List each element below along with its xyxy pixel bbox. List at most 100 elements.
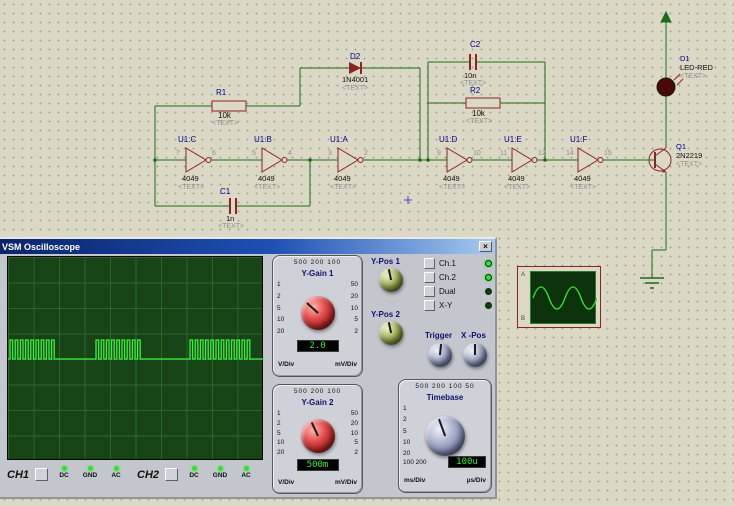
r2-text: <TEXT>: [466, 118, 492, 125]
ch2-ac-label: AC: [241, 472, 250, 479]
u1c-pin-in: 7: [176, 150, 180, 157]
ch2-gnd[interactable]: GND: [210, 466, 230, 479]
ch1-ac[interactable]: AC: [106, 466, 126, 479]
tick: 50: [351, 410, 358, 417]
graph-screen: [530, 271, 596, 324]
mode-dual-button[interactable]: [424, 286, 435, 297]
tick: 10: [277, 439, 284, 446]
u1f-text: <TEXT>: [570, 184, 596, 191]
ch1-input-controls: CH1 DC GND AC: [7, 466, 126, 481]
inverter-u1f[interactable]: [578, 148, 603, 172]
timebase-left-scale: 1 2 5 10 20: [403, 405, 410, 457]
ygain1-knob[interactable]: [301, 296, 335, 330]
analogue-graph-thumbnail[interactable]: A B: [517, 266, 601, 328]
window-title: VSM Oscilloscope: [2, 242, 80, 252]
u1e-value: 4049: [508, 175, 525, 183]
ground-symbol[interactable]: [640, 278, 664, 288]
ygain1-right-scale: 50 20 10 5 2: [351, 281, 358, 335]
u1e-pin-in: 11: [500, 150, 507, 157]
ch2-gnd-led: [218, 466, 223, 471]
ygain2-knob[interactable]: [301, 419, 335, 453]
tick: 1: [403, 405, 407, 412]
r1-ref: R1: [216, 89, 226, 97]
d1-value: LED-RED: [680, 64, 713, 72]
transistor-q1[interactable]: [643, 148, 671, 173]
ygain2-display: 500m: [297, 459, 339, 471]
mode-ch2-button[interactable]: [424, 272, 435, 283]
ch1-gnd[interactable]: GND: [80, 466, 100, 479]
tick: 1: [277, 410, 281, 417]
timebase-usdiv: µs/Div: [467, 477, 486, 484]
vsm-oscilloscope-window: VSM Oscilloscope × CH1 DC GND AC CH2 DC: [0, 237, 497, 499]
ygain2-panel: 500 200 100 Y-Gain 2 1 2 5 10 20 50 20 1…: [272, 384, 363, 494]
d1-text: <TEXT>: [680, 73, 706, 80]
ch2-gnd-label: GND: [213, 472, 227, 479]
inverter-u1b[interactable]: [262, 148, 287, 172]
ygain1-label: Y-Gain 1: [273, 269, 362, 278]
u1d-pin-in: 9: [437, 150, 441, 157]
ygain1-top-scale: 500 200 100: [273, 259, 362, 266]
ch1-ac-label: AC: [111, 472, 120, 479]
mode-xy-button[interactable]: [424, 300, 435, 311]
u1d-text: <TEXT>: [439, 184, 465, 191]
inverter-u1d[interactable]: [447, 148, 472, 172]
ch2-label: CH2: [137, 466, 159, 481]
ch1-coupling-button[interactable]: [35, 468, 48, 481]
mode-ch1-led: [485, 260, 492, 267]
timebase-knob[interactable]: [425, 416, 465, 456]
ch2-dc-label: DC: [189, 472, 198, 479]
inverter-u1a[interactable]: [338, 148, 363, 172]
r1-value: 10k: [218, 112, 231, 120]
xpos-knob[interactable]: [463, 343, 487, 367]
q1-text: <TEXT>: [676, 161, 702, 168]
ch2-dc[interactable]: DC: [184, 466, 204, 479]
d1-ref: D1: [680, 55, 690, 63]
mode-ch2-led: [485, 274, 492, 281]
tick: 5: [354, 439, 358, 446]
tick: 2: [354, 328, 358, 335]
capacitor-c2[interactable]: [470, 54, 476, 70]
u1e-text: <TEXT>: [504, 184, 530, 191]
u1d-value: 4049: [443, 175, 460, 183]
timebase-label: Timebase: [399, 393, 491, 402]
trigger-knob[interactable]: [428, 343, 452, 367]
tick: 10: [403, 439, 410, 446]
power-terminal[interactable]: [661, 12, 671, 36]
ypos1-knob[interactable]: [379, 268, 403, 292]
close-icon[interactable]: ×: [479, 241, 492, 252]
u1e-ref: U1:E: [504, 136, 522, 144]
u1d-pin-out: 10: [473, 150, 481, 157]
ygain2-top-scale: 500 200 100: [273, 388, 362, 395]
ypos2-knob[interactable]: [379, 321, 403, 345]
mode-ch2-label: Ch.2: [439, 273, 481, 282]
inverter-u1c[interactable]: [186, 148, 211, 172]
xpos-label: X -Pos: [461, 331, 486, 340]
resistor-r1[interactable]: [212, 101, 246, 111]
ygain2-right-scale: 50 20 10 5 2: [351, 410, 358, 456]
ygain1-vdiv: V/Div: [278, 361, 294, 368]
ch2-coupling-button[interactable]: [165, 468, 178, 481]
mode-ch1-button[interactable]: [424, 258, 435, 269]
ch2-ac[interactable]: AC: [236, 466, 256, 479]
window-titlebar[interactable]: VSM Oscilloscope ×: [0, 239, 495, 254]
q1-value: 2N2219: [676, 152, 702, 160]
ch1-dc-led: [62, 466, 67, 471]
mode-xy-label: X-Y: [439, 301, 481, 310]
trigger-label: Trigger: [425, 331, 452, 340]
knob-pointer: [438, 419, 446, 436]
tick: 5: [277, 305, 281, 312]
resistor-r2[interactable]: [466, 98, 500, 108]
u1e-pin-out: 12: [538, 150, 546, 157]
tick: 10: [277, 316, 284, 323]
q1-ref: Q1: [676, 143, 686, 151]
diode-d2[interactable]: [349, 62, 361, 74]
ygain1-display: 2.0: [297, 340, 339, 352]
capacitor-c1[interactable]: [230, 198, 236, 214]
inverter-u1e[interactable]: [512, 148, 537, 172]
oscilloscope-panel: CH1 DC GND AC CH2 DC GND AC 500 200 100 …: [0, 254, 495, 497]
knob-pointer: [439, 344, 442, 355]
ygain2-mvdiv: mV/Div: [335, 479, 357, 486]
timebase-msdiv: ms/Div: [404, 477, 425, 484]
ch1-dc[interactable]: DC: [54, 466, 74, 479]
mode-dual-label: Dual: [439, 287, 481, 296]
